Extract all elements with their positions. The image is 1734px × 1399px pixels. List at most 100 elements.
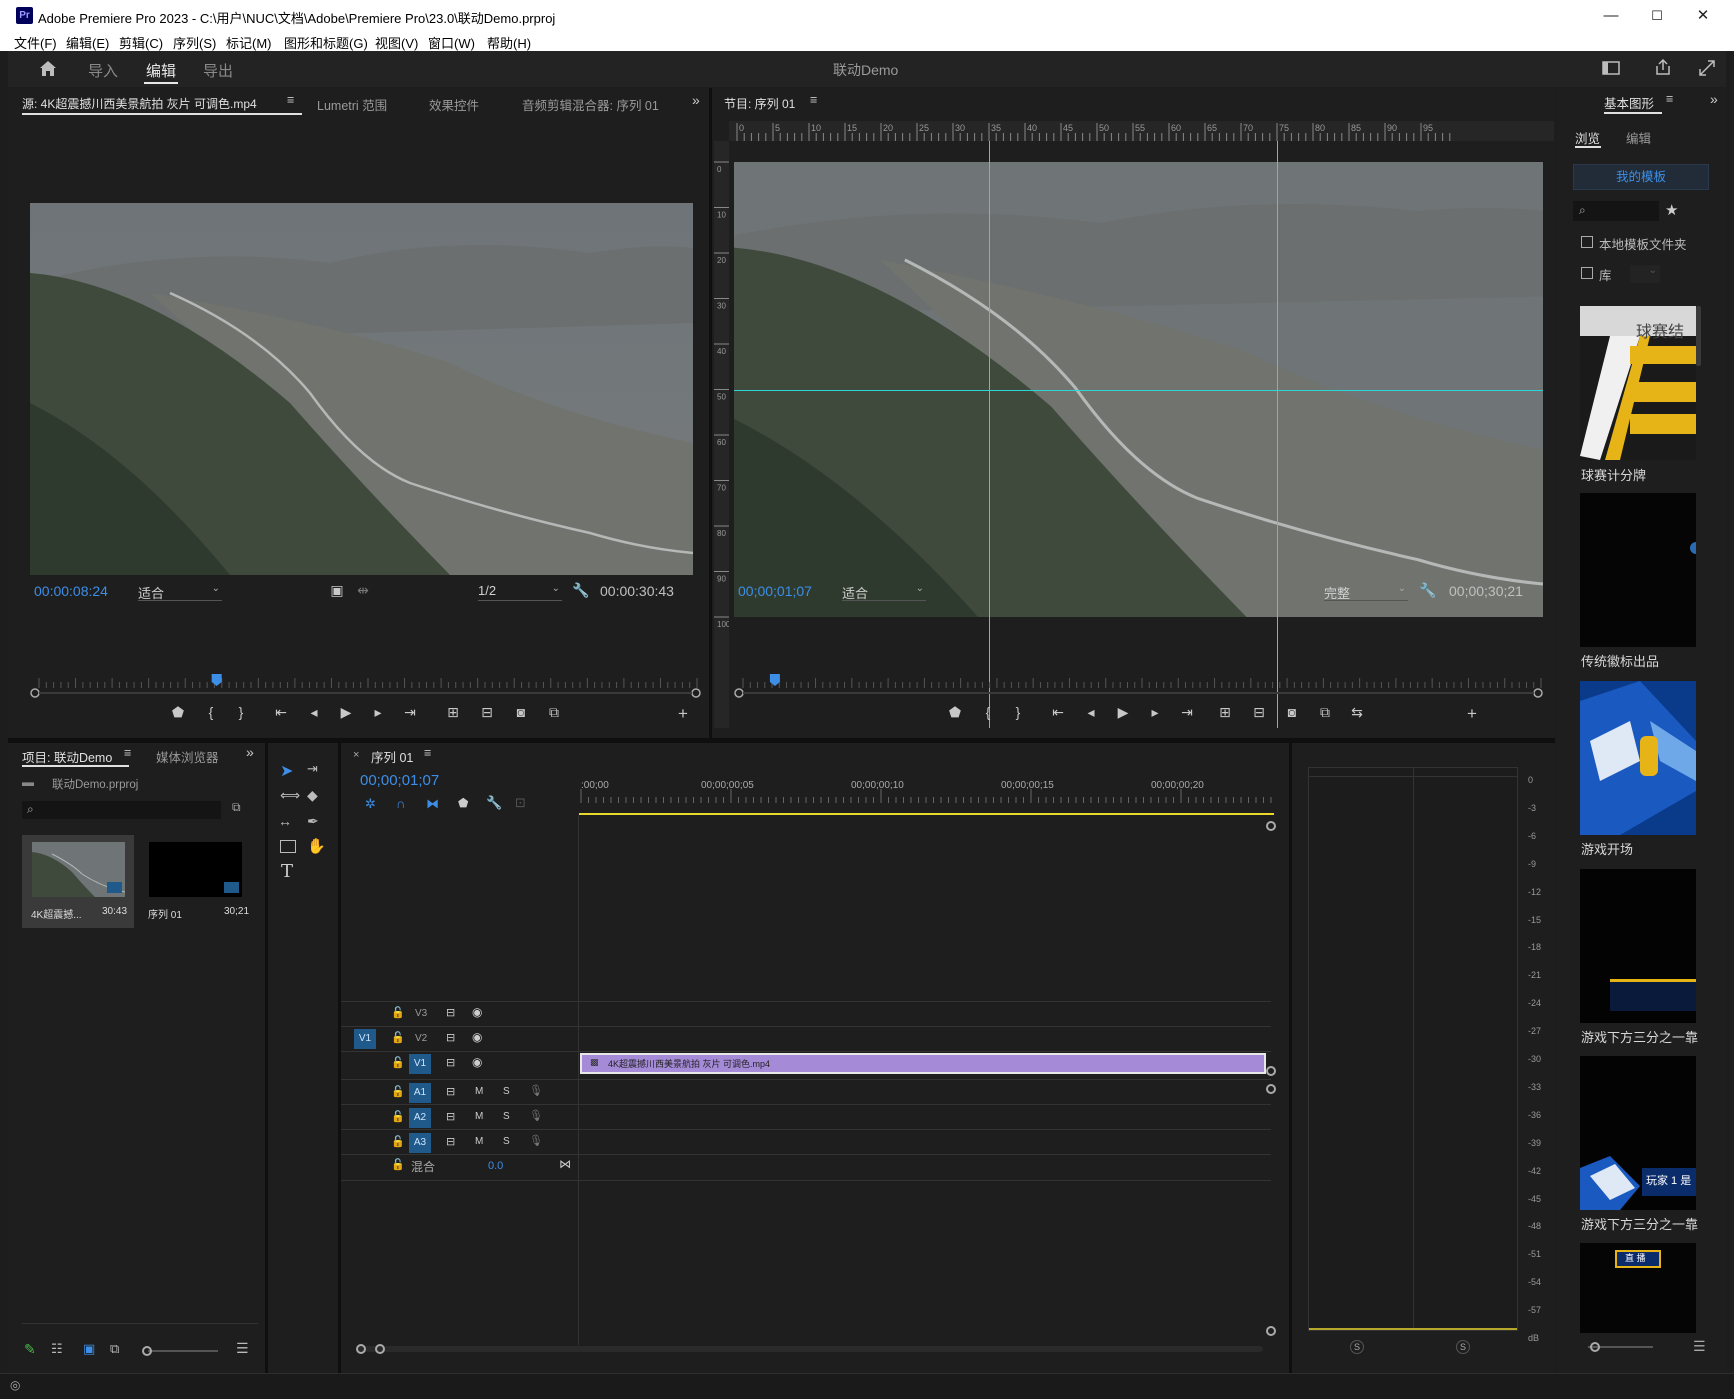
lock-icon[interactable]: 🔓 — [391, 1031, 405, 1044]
vertical-scroll-handle[interactable] — [1266, 1326, 1276, 1336]
wrench-icon[interactable]: 🔧 — [1418, 582, 1438, 599]
timeline-current-timecode[interactable]: 00;00;01;07 — [360, 772, 439, 789]
menu-help[interactable]: 帮助(H) — [487, 33, 531, 52]
settings-icon[interactable]: ▣ — [327, 582, 347, 599]
workspaces-icon[interactable] — [1602, 60, 1620, 76]
comparison-view-icon[interactable]: ⧉ — [1315, 704, 1335, 721]
slip-tool-icon[interactable]: ↔ — [278, 813, 292, 829]
menu-clip[interactable]: 剪辑(C) — [119, 33, 163, 52]
project-item[interactable]: 4K超震撼... 30:43 — [22, 835, 134, 928]
wrench-icon[interactable]: 🔧 — [571, 582, 591, 599]
go-to-end-icon[interactable]: ⋈ — [559, 1157, 571, 1171]
go-to-in-icon[interactable]: ⇤ — [1048, 704, 1068, 721]
close-tab-icon[interactable]: × — [353, 749, 359, 761]
template-thumbnail[interactable] — [1580, 681, 1696, 835]
eye-icon[interactable]: ◉ — [472, 1055, 482, 1069]
lock-icon[interactable]: 🔓 — [391, 1110, 405, 1123]
guide-line-vertical[interactable] — [1277, 141, 1278, 728]
mark-out-icon[interactable]: } — [231, 704, 251, 720]
eye-icon[interactable]: ◉ — [472, 1030, 482, 1044]
mute-button[interactable]: M — [475, 1111, 483, 1122]
step-back-icon[interactable]: ◂ — [1081, 704, 1101, 721]
track-name-v3[interactable]: V3 — [415, 1008, 427, 1019]
sync-lock-icon[interactable]: ⊟ — [446, 1110, 455, 1123]
menu-graphics[interactable]: 图形和标题(G) — [284, 33, 368, 52]
sync-lock-icon[interactable]: ⊟ — [446, 1006, 455, 1019]
lock-icon[interactable]: 🔓 — [391, 1006, 405, 1019]
sync-lock-icon[interactable]: ⊟ — [446, 1031, 455, 1044]
tab-browse[interactable]: 浏览 — [1575, 128, 1600, 147]
mark-out-icon[interactable]: } — [1008, 704, 1028, 720]
close-button[interactable]: ✕ — [1680, 4, 1726, 28]
sync-lock-icon[interactable]: ⊟ — [446, 1085, 455, 1098]
step-forward-icon[interactable]: ▸ — [1145, 704, 1165, 721]
lift-icon[interactable]: ⊞ — [1215, 704, 1235, 721]
menu-markers[interactable]: 标记(M) — [226, 33, 272, 52]
vertical-scroll-handle[interactable] — [1266, 1084, 1276, 1094]
mark-in-icon[interactable]: { — [201, 704, 221, 720]
star-icon[interactable]: ★ — [1665, 201, 1678, 219]
export-frame-icon[interactable]: ◙ — [511, 704, 531, 720]
track-target-a1[interactable]: A1 — [409, 1083, 431, 1103]
solo-button[interactable]: S — [503, 1111, 510, 1122]
pencil-icon[interactable]: ✎ — [24, 1341, 36, 1358]
tab-lumetri-scopes[interactable]: Lumetri 范围 — [317, 95, 387, 114]
source-time-ruler[interactable] — [28, 674, 708, 700]
microphone-icon[interactable]: 🎙 — [529, 1084, 543, 1097]
export-frame-icon[interactable]: ◙ — [1282, 704, 1302, 720]
add-marker-icon[interactable]: ⬟ — [168, 704, 188, 721]
list-view-icon[interactable]: ☰ — [1693, 1338, 1706, 1355]
workspace-tab-edit[interactable]: 编辑 — [146, 60, 176, 81]
library-checkbox[interactable] — [1581, 267, 1593, 279]
menu-edit[interactable]: 编辑(E) — [66, 33, 109, 52]
mute-button[interactable]: M — [475, 1136, 483, 1147]
lock-icon[interactable]: 🔓 — [391, 1158, 405, 1171]
type-tool-icon[interactable]: T — [281, 861, 293, 882]
vertical-scroll-handle[interactable] — [1266, 821, 1276, 831]
freeform-view-icon[interactable]: ⧉ — [110, 1341, 119, 1357]
icon-view-icon[interactable]: ▣ — [83, 1341, 95, 1357]
maximize-button[interactable]: ☐ — [1634, 4, 1680, 28]
list-view-icon[interactable]: ☷ — [51, 1341, 63, 1357]
button-editor-extra-icon[interactable]: ⧉ — [544, 704, 564, 721]
source-resolution-dropdown[interactable]: 1/2 ⌄ — [478, 583, 562, 601]
slider-handle[interactable] — [142, 1346, 152, 1356]
sort-icon[interactable]: ☰ — [236, 1340, 249, 1357]
creative-cloud-icon[interactable]: ◎ — [10, 1378, 20, 1392]
go-to-out-icon[interactable]: ⇥ — [400, 704, 420, 721]
home-icon[interactable] — [38, 59, 58, 77]
track-name-v2[interactable]: V2 — [415, 1033, 427, 1044]
local-folder-checkbox[interactable] — [1581, 236, 1593, 248]
tab-source[interactable]: 源: 4K超震撼川西美景航拍 灰片 可调色.mp4 — [22, 95, 257, 112]
source-fit-dropdown[interactable]: 适合 ⌄ — [138, 583, 222, 601]
template-thumbnail[interactable] — [1580, 869, 1696, 1023]
template-search-input[interactable]: ⌕ — [1573, 201, 1659, 221]
play-icon[interactable]: ▶ — [1113, 704, 1133, 721]
scrollbar[interactable] — [1696, 306, 1701, 366]
menu-sequence[interactable]: 序列(S) — [173, 33, 216, 52]
panel-menu-icon[interactable]: ≡ — [810, 93, 817, 107]
rectangle-tool-icon[interactable] — [280, 840, 296, 853]
project-item[interactable]: 序列 01 30;21 — [139, 835, 251, 928]
essential-graphics-title[interactable]: 基本图形 — [1604, 93, 1654, 112]
step-back-icon[interactable]: ◂ — [304, 704, 324, 721]
tab-effect-controls[interactable]: 效果控件 — [429, 95, 479, 114]
zoom-handle-right[interactable] — [375, 1344, 385, 1354]
program-fit-dropdown[interactable]: 适合 ⌄ — [842, 583, 926, 601]
tab-sequence[interactable]: 序列 01 — [371, 747, 413, 766]
program-quality-dropdown[interactable]: 完整 ⌄ — [1324, 583, 1408, 601]
tab-media-browser[interactable]: 媒体浏览器 — [156, 747, 219, 766]
program-current-timecode[interactable]: 00;00;01;07 — [738, 583, 812, 599]
menu-window[interactable]: 窗口(W) — [428, 33, 475, 52]
menu-view[interactable]: 视图(V) — [375, 33, 418, 52]
zoom-handle-left[interactable] — [356, 1344, 366, 1354]
mark-in-icon[interactable]: { — [978, 704, 998, 720]
sync-lock-icon[interactable]: ⊟ — [446, 1135, 455, 1148]
microphone-icon[interactable]: 🎙 — [529, 1134, 543, 1147]
source-patch-v1[interactable]: V1 — [354, 1029, 376, 1049]
tab-project[interactable]: 项目: 联动Demo — [22, 747, 112, 766]
selection-tool-icon[interactable]: ➤ — [280, 761, 293, 781]
mute-button[interactable]: M — [475, 1086, 483, 1097]
captions-icon[interactable]: ⊡ — [515, 795, 526, 811]
proxy-toggle-icon[interactable]: ⇆ — [1347, 704, 1367, 721]
